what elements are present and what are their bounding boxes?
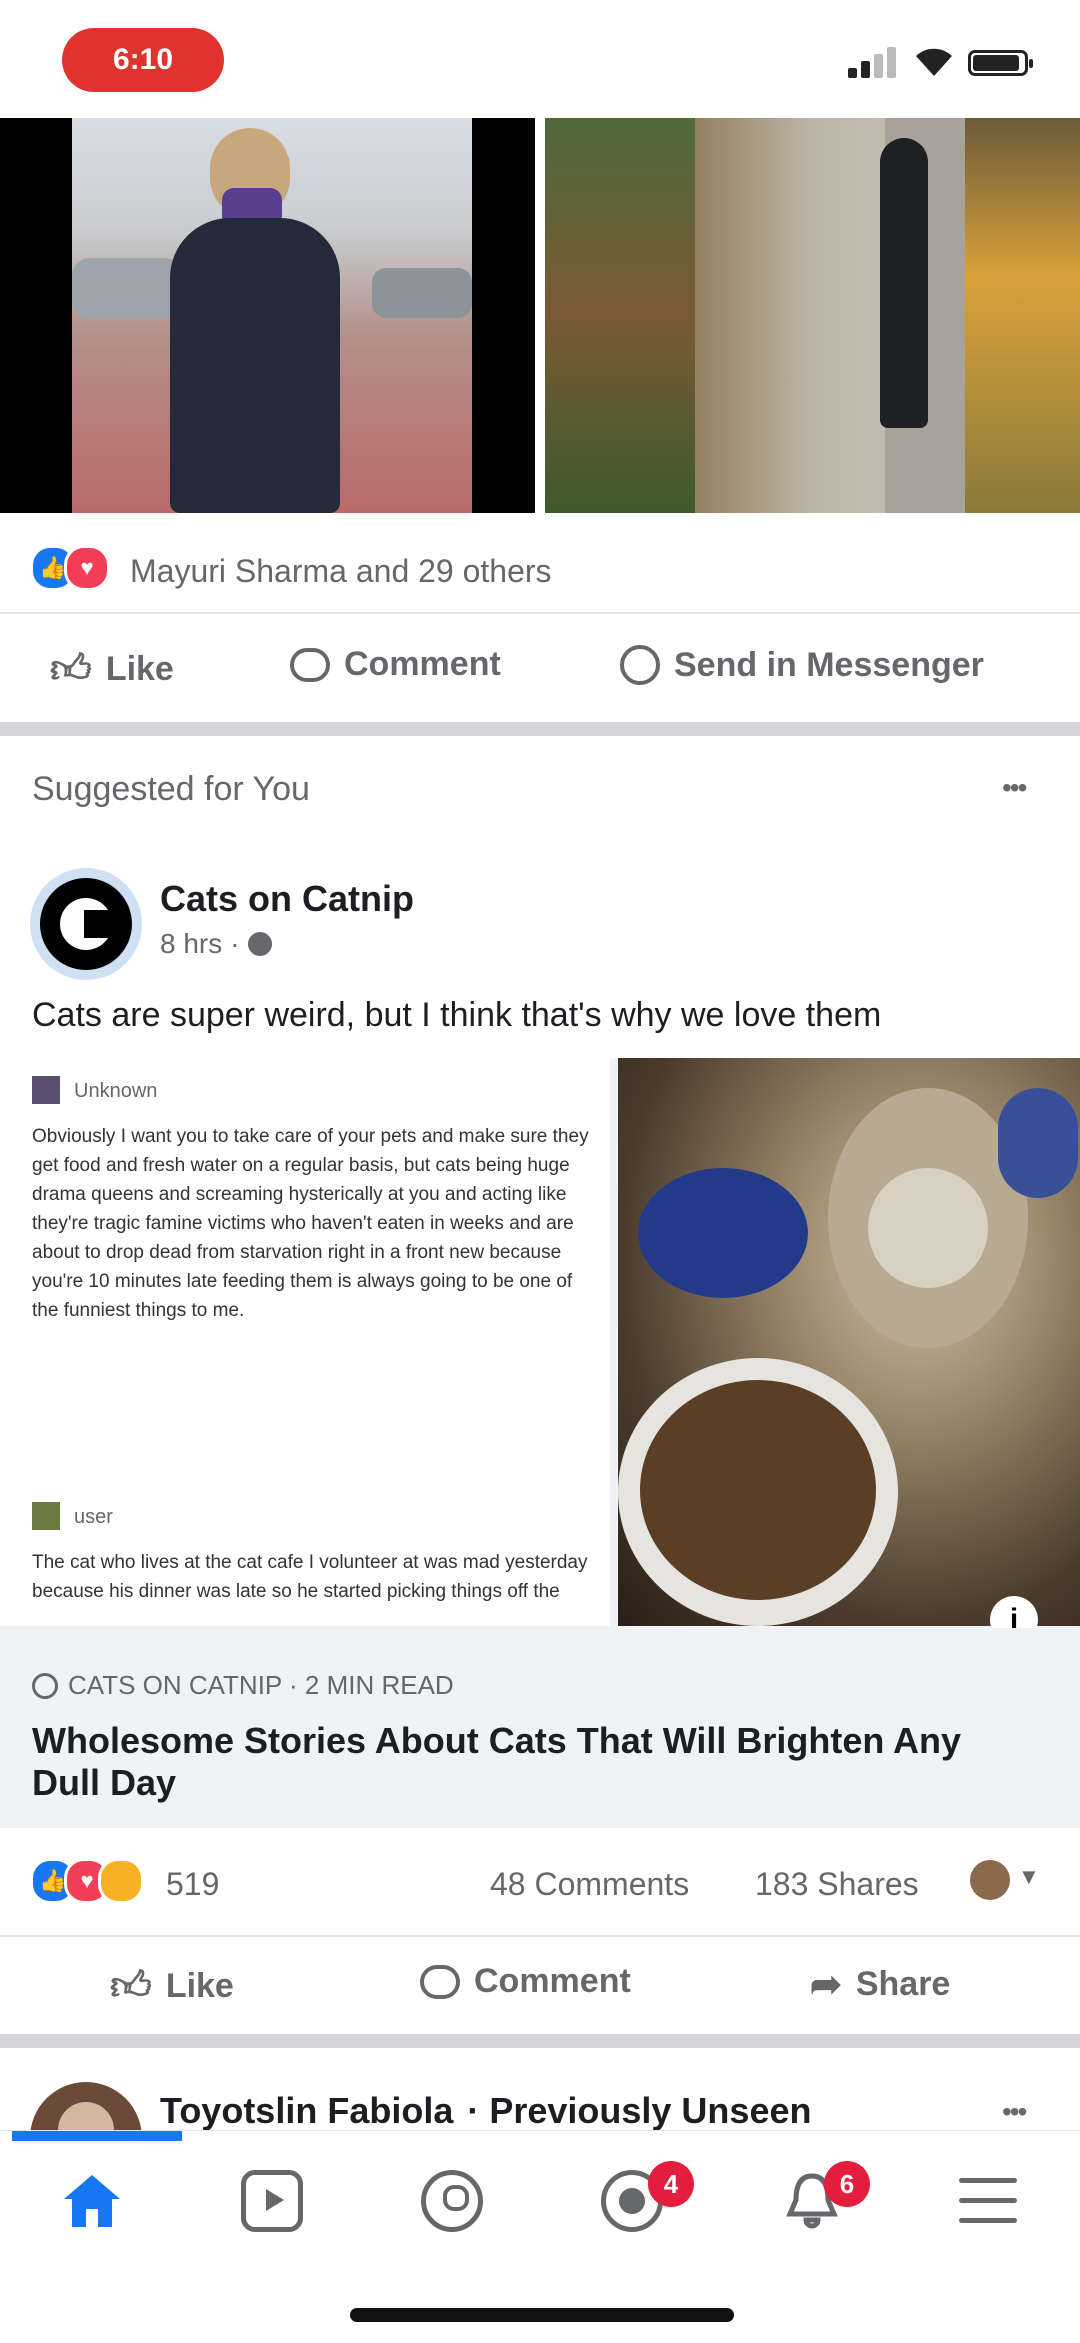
active-tab-indicator (12, 2131, 182, 2141)
article-user1: Unknown (74, 1080, 158, 1102)
globe-icon (247, 932, 272, 956)
article-user2: user (74, 1506, 113, 1528)
post-photo-right[interactable] (545, 118, 1080, 513)
article-user2-avatar (32, 1502, 60, 1530)
next-post-meta: · Previously Unseen (467, 2090, 812, 2131)
article-paragraph-1: Obviously I want you to take care of you… (32, 1126, 589, 1321)
stats-separator (0, 1935, 1080, 1937)
next-post-more-button[interactable]: ••• (1002, 2096, 1027, 2128)
profile-icon (421, 2170, 483, 2232)
share-icon: ➦ (810, 1964, 842, 2006)
cellular-signal-icon (848, 44, 900, 78)
post-photo-left[interactable] (0, 118, 535, 513)
post-meta: 8 hrs · (160, 928, 272, 960)
love-reaction-icon: ♥ (64, 545, 110, 591)
page-name[interactable]: Cats on Catnip (160, 878, 414, 920)
like-label: Like (105, 649, 174, 688)
notifications-badge: 6 (824, 2161, 870, 2207)
next-post-header: Toyotslin Fabiola · Previously Unseen (160, 2090, 811, 2132)
nav-notifications-tab[interactable]: 6 (762, 2151, 870, 2251)
wifi-icon (916, 48, 952, 76)
post1-separator (0, 612, 1080, 614)
article-title: Wholesome Stories About Cats That Will B… (32, 1720, 962, 1803)
article-link-preview[interactable]: Unknown Obviously I want you to take car… (0, 1058, 1080, 1628)
comment-label: Comment (474, 1962, 631, 2000)
post1-comment-button[interactable]: Comment (290, 645, 501, 684)
home-indicator[interactable] (350, 2308, 734, 2322)
clock-icon (32, 1672, 58, 1699)
article-paragraph-2: The cat who lives at the cat cafe I volu… (32, 1552, 588, 1602)
article-caption[interactable]: CATS ON CATNIP · 2 MIN READ Wholesome St… (0, 1628, 1080, 1828)
share-label: Share (855, 1965, 951, 2003)
reaction-count: 519 (166, 1866, 220, 1902)
menu-icon (959, 2178, 1017, 2224)
post1-reactions[interactable]: 👍 ♥ Mayuri Sharma and 29 others (30, 545, 670, 593)
post1-reaction-summary: Mayuri Sharma and 29 others (130, 553, 552, 589)
like-label: Like (165, 1966, 234, 2005)
status-bar: 6:10 (0, 0, 1080, 118)
article-source-label: CATS ON CATNIP · 2 MIN READ (68, 1670, 454, 1700)
video-icon (241, 2170, 303, 2232)
nav-menu-tab[interactable] (938, 2151, 1038, 2251)
comment-icon (420, 1964, 460, 1999)
nav-profile-tab[interactable] (402, 2151, 502, 2251)
time-pill: 6:10 (62, 28, 224, 92)
clock-label: 6:10 (112, 43, 174, 76)
nav-groups-tab[interactable]: 4 (582, 2151, 694, 2251)
comment-icon (290, 647, 330, 682)
nav-watch-tab[interactable] (222, 2151, 322, 2251)
groups-badge: 4 (648, 2161, 694, 2207)
article-user-avatar (32, 1076, 60, 1104)
share-button[interactable]: ➦ Share (810, 1962, 950, 2007)
post1-like-button[interactable]: 👍︎ Like (50, 645, 174, 693)
like-button[interactable]: 👍︎ Like (110, 1962, 234, 2010)
thumbs-up-icon: 👍︎ (50, 647, 92, 691)
shares-count[interactable]: 183 Shares (755, 1866, 919, 1903)
messenger-icon (620, 645, 660, 685)
post-text: Cats are super weird, but I think that's… (32, 996, 882, 1034)
post1-send-messenger-button[interactable]: Send in Messenger (620, 645, 984, 685)
battery-icon (968, 50, 1033, 76)
feed-divider (0, 2034, 1080, 2048)
page-avatar[interactable] (30, 868, 142, 980)
thumbs-up-icon: 👍︎ (110, 1964, 152, 2008)
comments-count[interactable]: 48 Comments (490, 1866, 689, 1903)
send-messenger-label: Send in Messenger (674, 645, 984, 684)
more-options-button[interactable]: ••• (1002, 772, 1027, 804)
chevron-down-icon[interactable]: ▼ (1018, 1864, 1040, 1890)
article-source: CATS ON CATNIP · 2 MIN READ (32, 1670, 454, 1701)
home-icon (64, 2175, 120, 2227)
feed-divider (0, 722, 1080, 736)
next-post-author[interactable]: Toyotslin Fabiola (160, 2090, 453, 2132)
post-time: 8 hrs (160, 928, 223, 959)
post-reactions[interactable]: 👍 ♥ 519 (30, 1858, 250, 1906)
viewer-avatar[interactable] (970, 1860, 1010, 1900)
nav-home-tab[interactable] (42, 2151, 142, 2251)
comment-label: Comment (344, 645, 501, 683)
cat-photo[interactable] (618, 1058, 1080, 1626)
article-text-column: Unknown Obviously I want you to take car… (0, 1058, 610, 1626)
haha-reaction-icon (98, 1858, 144, 1904)
suggested-header: Suggested for You (32, 770, 310, 808)
comment-button[interactable]: Comment (420, 1962, 631, 2001)
